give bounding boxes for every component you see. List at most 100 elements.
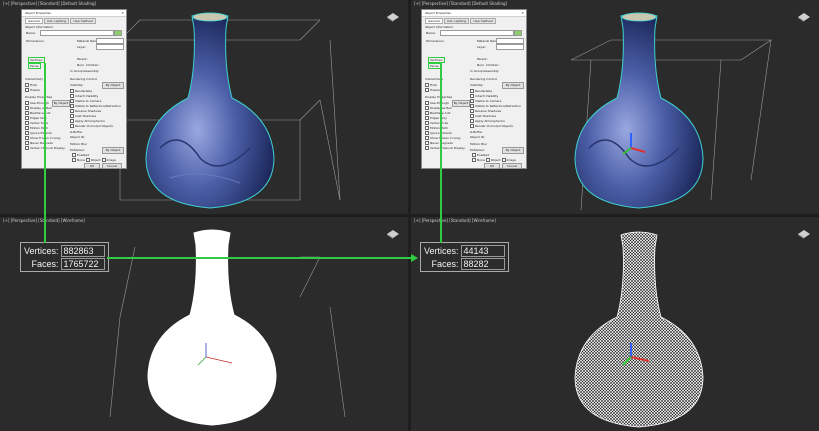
radio-group[interactable]: None Object Image [72,158,116,162]
motion-blur-by-object-button[interactable]: By Object [102,147,124,154]
checkbox-enabled[interactable]: Enabled [72,153,89,157]
checkbox-render-occluded[interactable]: Render Occluded Objects [70,124,113,128]
checkbox-hide[interactable]: Hide [425,83,437,87]
checkbox-inherit-visibility[interactable]: Inherit Visibility [470,94,498,98]
cancel-button[interactable]: Cancel [102,163,122,169]
checkbox-receive-shadows[interactable]: Receive Shadows [470,109,501,113]
name-field[interactable] [440,30,514,36]
checkbox-show-frozen-gray[interactable]: Show Frozen in Gray [25,136,61,140]
in-group-label: In Group/Assembly: [70,69,100,73]
tab-user-defined[interactable]: User Defined [70,18,96,24]
g-buffer-label: G-Buffer [70,130,83,134]
faces-value: 88282 [460,257,505,270]
checkbox-enabled[interactable]: Enabled [472,153,489,157]
section-motion-blur: Motion Blur [70,142,88,146]
viewport-label[interactable]: [+] [Perspective] [Standard] [Default Sh… [414,1,507,6]
display-by-object-button[interactable]: By Object [52,100,70,107]
cancel-button[interactable]: Cancel [502,163,522,169]
checkbox-renderable[interactable]: Renderable [70,89,92,93]
checkbox-backface-cull[interactable]: Backface Cull [25,111,50,115]
viewcube-icon[interactable] [797,12,811,22]
layer-field[interactable] [96,44,124,50]
checkbox-apply-atmospherics[interactable]: Apply Atmospherics [70,119,105,123]
visibility-by-object-button[interactable]: By Object [502,82,524,89]
checkbox-visible-reflection[interactable]: Visible to Reflection/Refraction [470,104,521,108]
checkbox-never-degrade[interactable]: Never Degrade [425,141,453,145]
stats-panel-low: Vertices: 44143 Faces: 88282 [420,242,509,272]
checkbox-ignore-extents[interactable]: Ignore Extents [25,131,52,135]
checkbox-display-as-box[interactable]: Display as Box [25,106,52,110]
checkbox-render-occluded[interactable]: Render Occluded Objects [470,124,513,128]
close-icon[interactable]: ✕ [521,11,524,15]
checkbox-receive-shadows[interactable]: Receive Shadows [70,109,101,113]
checkbox-inherit-visibility[interactable]: Inherit Visibility [70,94,98,98]
viewport-top-right[interactable]: [+] [Perspective] [Standard] [Default Sh… [411,0,819,214]
object-properties-dialog: Object Properties ✕ General Adv. Lightin… [421,9,527,169]
object-id-label: Object ID: [70,135,85,139]
tab-general[interactable]: General [425,18,443,24]
viewport-top-left[interactable]: [+] [Perspective] [Standard] [Default Sh… [0,0,408,214]
stats-panel-high: Vertices: 882863 Faces: 1765722 [20,242,109,272]
viewcube-icon[interactable] [386,229,400,239]
vertices-value: 882863 [60,244,105,257]
checkbox-freeze[interactable]: Freeze [25,88,40,92]
section-motion-blur: Motion Blur [470,142,488,146]
checkbox-display-as-box[interactable]: Display as Box [425,106,452,110]
vase-model[interactable] [140,8,280,213]
checkbox-cast-shadows[interactable]: Cast Shadows [470,114,496,118]
checkbox-visible-to-camera[interactable]: Visible to Camera [470,99,502,103]
checkbox-motion-path[interactable]: Motion Path [425,126,448,130]
faces-label: Faces: [31,258,59,269]
checkbox-edges-only[interactable]: Edges Only [425,116,447,120]
color-swatch[interactable] [114,30,122,36]
viewcube-icon[interactable] [797,229,811,239]
checkbox-backface-cull[interactable]: Backface Cull [425,111,450,115]
checkbox-freeze[interactable]: Freeze [425,88,440,92]
checkbox-renderable[interactable]: Renderable [470,89,492,93]
ok-button[interactable]: OK [84,163,100,169]
checkbox-cast-shadows[interactable]: Cast Shadows [70,114,96,118]
multiplier-label: Multiplier: [470,148,485,152]
ok-button[interactable]: OK [484,163,500,169]
checkbox-visible-reflection[interactable]: Visible to Reflection/Refraction [70,104,121,108]
close-icon[interactable]: ✕ [121,11,124,15]
checkbox-never-degrade[interactable]: Never Degrade [25,141,53,145]
vase-wireframe[interactable] [142,225,282,430]
arrow-head-icon [411,254,418,262]
tab-adv-lighting[interactable]: Adv. Lighting [43,18,70,24]
viewport-bottom-right[interactable]: [+] [Perspective] [Standard] [Wireframe]… [411,217,819,431]
viewcube-icon[interactable] [386,12,400,22]
section-rendering: Rendering Control [70,77,98,81]
color-swatch[interactable] [514,30,522,36]
checkbox-vertex-ticks[interactable]: Vertex Ticks [425,121,448,125]
name-field[interactable] [40,30,114,36]
radio-group[interactable]: None Object Image [472,158,516,162]
dialog-title: Object Properties [25,11,51,15]
dialog-title: Object Properties [425,11,451,15]
visibility-by-object-button[interactable]: By Object [102,82,124,89]
tab-user-defined[interactable]: User Defined [470,18,496,24]
tab-adv-lighting[interactable]: Adv. Lighting [443,18,470,24]
checkbox-show-frozen-gray[interactable]: Show Frozen in Gray [425,136,461,140]
viewport-label[interactable]: [+] [Perspective] [Standard] [Default Sh… [3,1,96,6]
section-display-properties: Display Properties [25,95,53,99]
display-by-object-button[interactable]: By Object [452,100,470,107]
layer-label: Layer: [477,45,487,49]
checkbox-visible-to-camera[interactable]: Visible to Camera [70,99,102,103]
viewport-label[interactable]: [+] [Perspective] [Standard] [Wireframe] [414,218,496,223]
g-buffer-label: G-Buffer [470,130,483,134]
viewport-bottom-left[interactable]: [+] [Perspective] [Standard] [Wireframe]… [0,217,408,431]
motion-blur-by-object-button[interactable]: By Object [502,147,524,154]
vase-wireframe-decimated[interactable] [569,227,709,431]
checkbox-vertex-channel-display[interactable]: Vertex Channel Display [425,146,465,150]
section-object-info: Object Information [425,25,454,29]
checkbox-hide[interactable]: Hide [25,83,37,87]
tab-general[interactable]: General [25,18,43,24]
layer-field[interactable] [496,44,524,50]
checkbox-see-through[interactable]: See-Through [425,101,449,105]
checkbox-ignore-extents[interactable]: Ignore Extents [425,131,452,135]
vase-model[interactable] [569,8,709,213]
name-label: Name: [426,31,436,35]
parent-label: Parent: [77,57,88,61]
checkbox-apply-atmospherics[interactable]: Apply Atmospherics [470,119,505,123]
